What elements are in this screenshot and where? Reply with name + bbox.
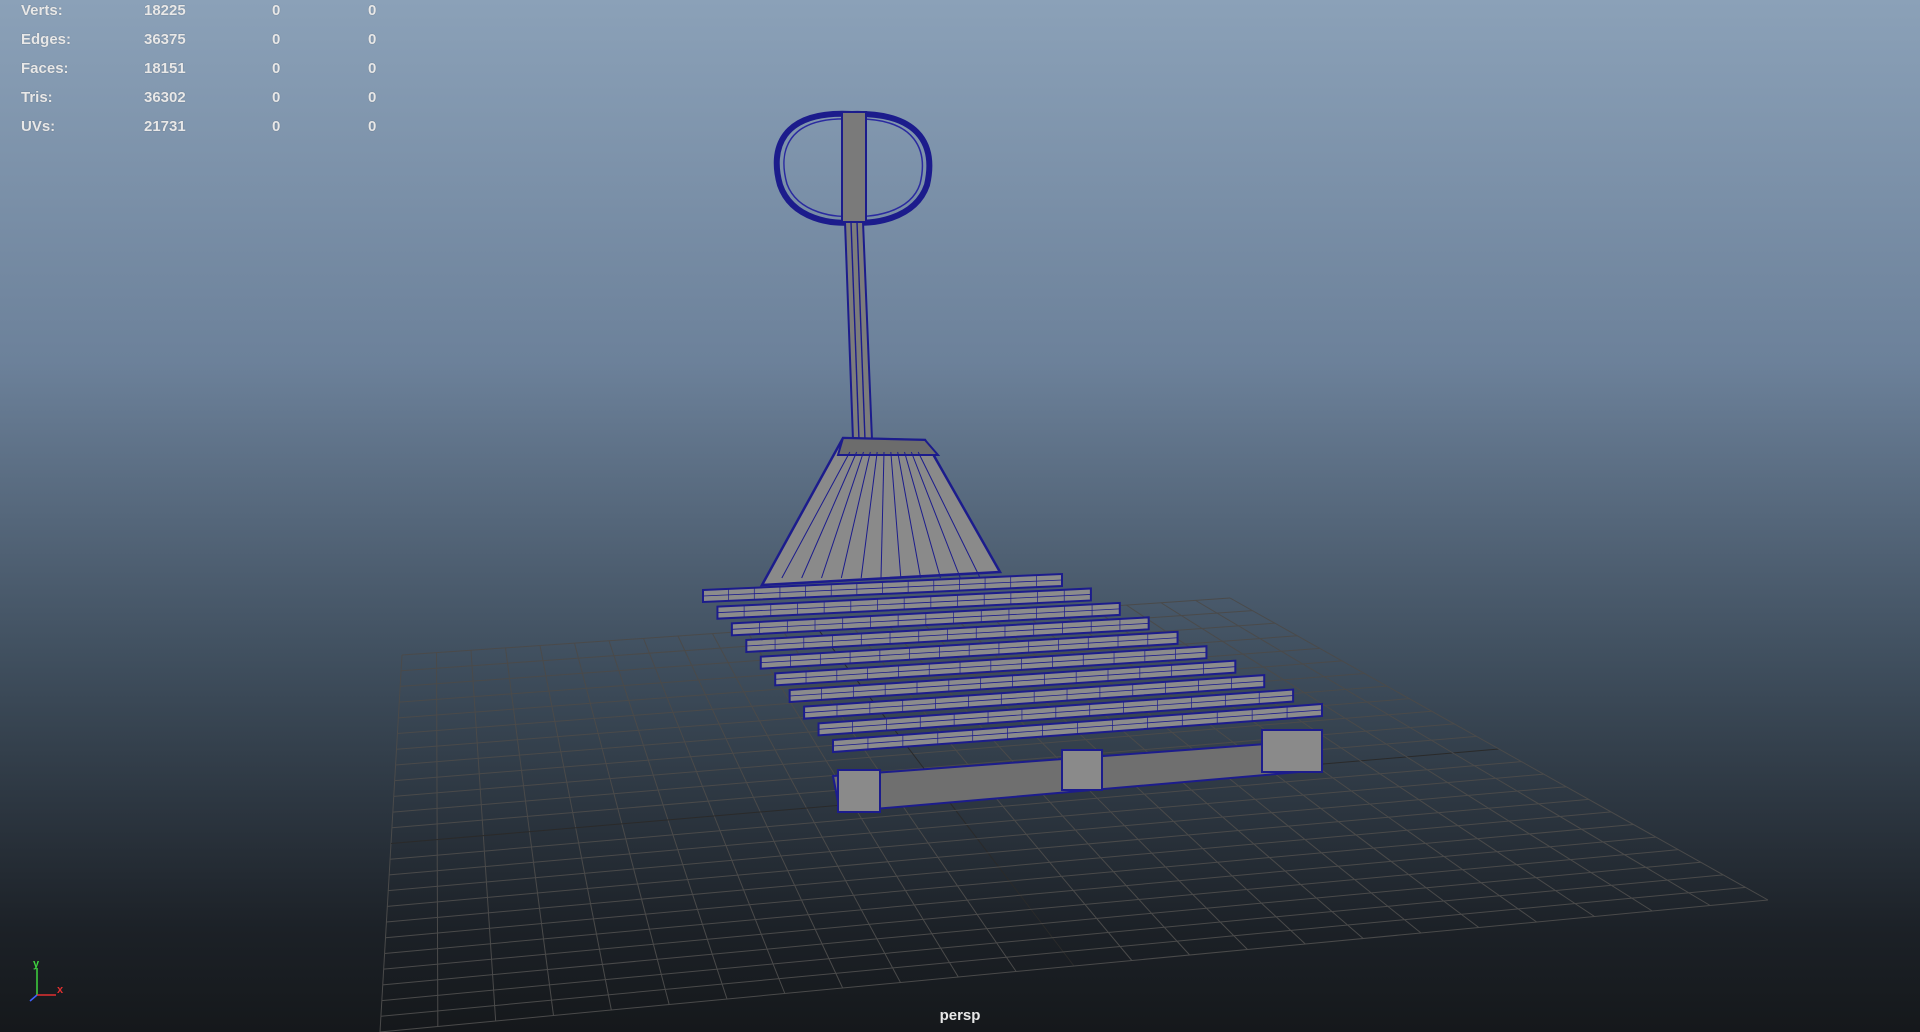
hud-row: Verts: 18225 0 0 [0, 0, 400, 29]
hud-row: UVs: 21731 0 0 [0, 116, 400, 145]
hud-value-selected: 0 [272, 2, 281, 19]
hud-value-third: 0 [368, 60, 377, 77]
hud-label: Tris: [21, 89, 53, 106]
hud-value-third: 0 [368, 118, 377, 135]
hud-value-total: 18225 [144, 2, 186, 19]
hud-value-third: 0 [368, 89, 377, 106]
hud-value-total: 21731 [144, 118, 186, 135]
camera-name-label: persp [939, 1007, 981, 1024]
hud-value-total: 36302 [144, 89, 186, 106]
hydraulic-base[interactable] [759, 436, 1003, 587]
hud-value-total: 36375 [144, 31, 186, 48]
hud-value-third: 0 [368, 31, 377, 48]
z-axis-line [29, 994, 38, 1002]
pallet-block[interactable] [1061, 749, 1103, 791]
axis-gizmo: y x [29, 958, 64, 1002]
hud-row: Faces: 18151 0 0 [0, 58, 400, 87]
hud-row: Tris: 36302 0 0 [0, 87, 400, 116]
hud-value-selected: 0 [272, 89, 281, 106]
hud-value-selected: 0 [272, 118, 281, 135]
pallet-block[interactable] [837, 769, 881, 813]
scene-canvas[interactable] [0, 0, 1920, 1032]
hud-label: UVs: [21, 118, 56, 135]
hud-label: Edges: [21, 31, 72, 48]
handle-shaft[interactable] [843, 221, 874, 441]
pallet[interactable] [702, 572, 1324, 814]
x-axis-label: x [57, 984, 64, 996]
perspective-viewport[interactable]: Verts: 18225 0 0 Edges: 36375 0 0 Faces: 18151 0 0 T… [0, 0, 1920, 1032]
pallet-block[interactable] [1261, 729, 1323, 773]
hud-label: Faces: [21, 60, 69, 77]
hud-value-third: 0 [368, 2, 377, 19]
hud-value-total: 18151 [144, 60, 186, 77]
handle-loop[interactable] [773, 110, 933, 226]
hud-label: Verts: [21, 2, 63, 19]
hud-value-selected: 0 [272, 60, 281, 77]
y-axis-label: y [33, 958, 40, 970]
pallet-jack-mesh[interactable] [702, 110, 1324, 814]
hud-row: Edges: 36375 0 0 [0, 29, 400, 58]
hud-value-selected: 0 [272, 31, 281, 48]
